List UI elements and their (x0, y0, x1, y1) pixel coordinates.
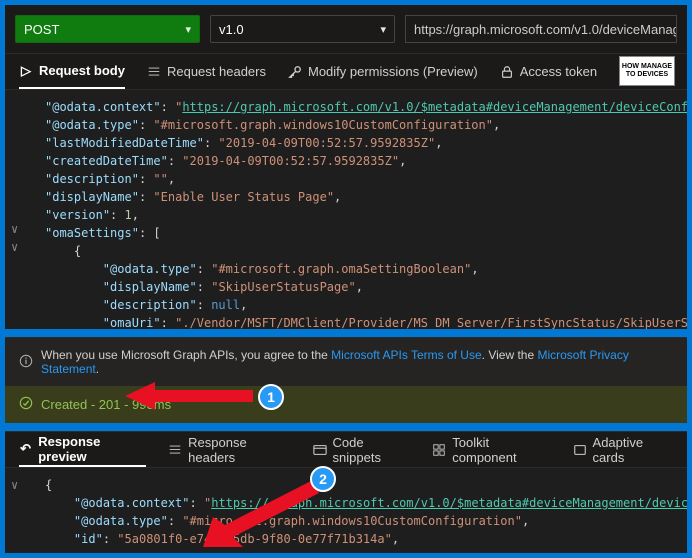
request-url-input[interactable]: https://graph.microsoft.com/v1.0/deviceM… (405, 15, 677, 43)
tab-label: Adaptive cards (593, 435, 673, 465)
response-json: { "@odata.context": "https:// aph.micros… (45, 476, 687, 548)
response-tabs: ↶ Response preview Response headers Code… (5, 431, 687, 467)
terms-notice: When you use Microsoft Graph APIs, you a… (5, 337, 687, 386)
toolkit-icon (432, 443, 446, 457)
fold-chevron-icon[interactable]: ∨ (11, 220, 18, 238)
tab-label: Request headers (167, 64, 266, 79)
tab-label: Access token (520, 64, 597, 79)
http-method-select[interactable]: POST ▾ (15, 15, 200, 43)
code-icon (313, 443, 327, 457)
fold-chevron-icon[interactable]: ∨ (11, 238, 18, 256)
tab-toolkit-component[interactable]: Toolkit component (432, 432, 550, 467)
info-icon (19, 354, 33, 371)
tab-label: Response preview (38, 434, 146, 464)
response-status-bar: Created - 201 - 993ms (5, 386, 687, 423)
tab-code-snippets[interactable]: Code snippets (313, 432, 411, 467)
lock-icon (500, 65, 514, 79)
tab-label: Code snippets (333, 435, 411, 465)
list-icon (168, 443, 182, 457)
tab-response-headers[interactable]: Response headers (168, 432, 290, 467)
caret-right-icon: ▷ (19, 64, 33, 78)
notice-text: When you use Microsoft Graph APIs, you a… (41, 348, 331, 362)
request-body-editor[interactable]: ∨ ∨ "@odata.context": "https://graph.mic… (5, 89, 687, 329)
chevron-down-icon: ▾ (185, 23, 191, 36)
tab-label: Modify permissions (Preview) (308, 64, 478, 79)
request-url-value: https://graph.microsoft.com/v1.0/deviceM… (414, 22, 677, 37)
divider (5, 423, 687, 431)
api-version-select[interactable]: v1.0 ▾ (210, 15, 395, 43)
query-bar: POST ▾ v1.0 ▾ https://graph.microsoft.co… (5, 5, 687, 53)
chevron-down-icon: ▾ (380, 23, 386, 36)
tab-adaptive-cards[interactable]: Adaptive cards (573, 432, 673, 467)
fold-chevron-icon[interactable]: ∨ (11, 476, 18, 494)
divider (5, 329, 687, 337)
list-icon (147, 65, 161, 79)
success-icon (19, 396, 33, 413)
request-tabs: ▷ Request body Request headers Modify pe… (5, 53, 687, 89)
tab-access-token[interactable]: Access token (500, 54, 597, 89)
tab-request-body[interactable]: ▷ Request body (19, 54, 125, 89)
howtomanage-logo: HOW MANAGE TO DEVICES (619, 56, 675, 86)
undo-icon: ↶ (19, 442, 32, 456)
terms-link[interactable]: Microsoft APIs Terms of Use (331, 348, 482, 362)
request-json: "@odata.context": "https://graph.microso… (45, 98, 687, 329)
response-preview-viewer[interactable]: ∨ { "@odata.context": "https:// aph.micr… (5, 467, 687, 553)
status-text: Created - 201 - 993ms (41, 397, 171, 412)
api-version-value: v1.0 (219, 22, 244, 37)
tab-label: Request body (39, 63, 125, 78)
tab-response-preview[interactable]: ↶ Response preview (19, 432, 146, 467)
key-icon (288, 65, 302, 79)
card-icon (573, 443, 587, 457)
tab-request-headers[interactable]: Request headers (147, 54, 266, 89)
http-method-value: POST (24, 22, 59, 37)
tab-label: Response headers (188, 435, 290, 465)
tab-modify-permissions[interactable]: Modify permissions (Preview) (288, 54, 478, 89)
tab-label: Toolkit component (452, 435, 550, 465)
